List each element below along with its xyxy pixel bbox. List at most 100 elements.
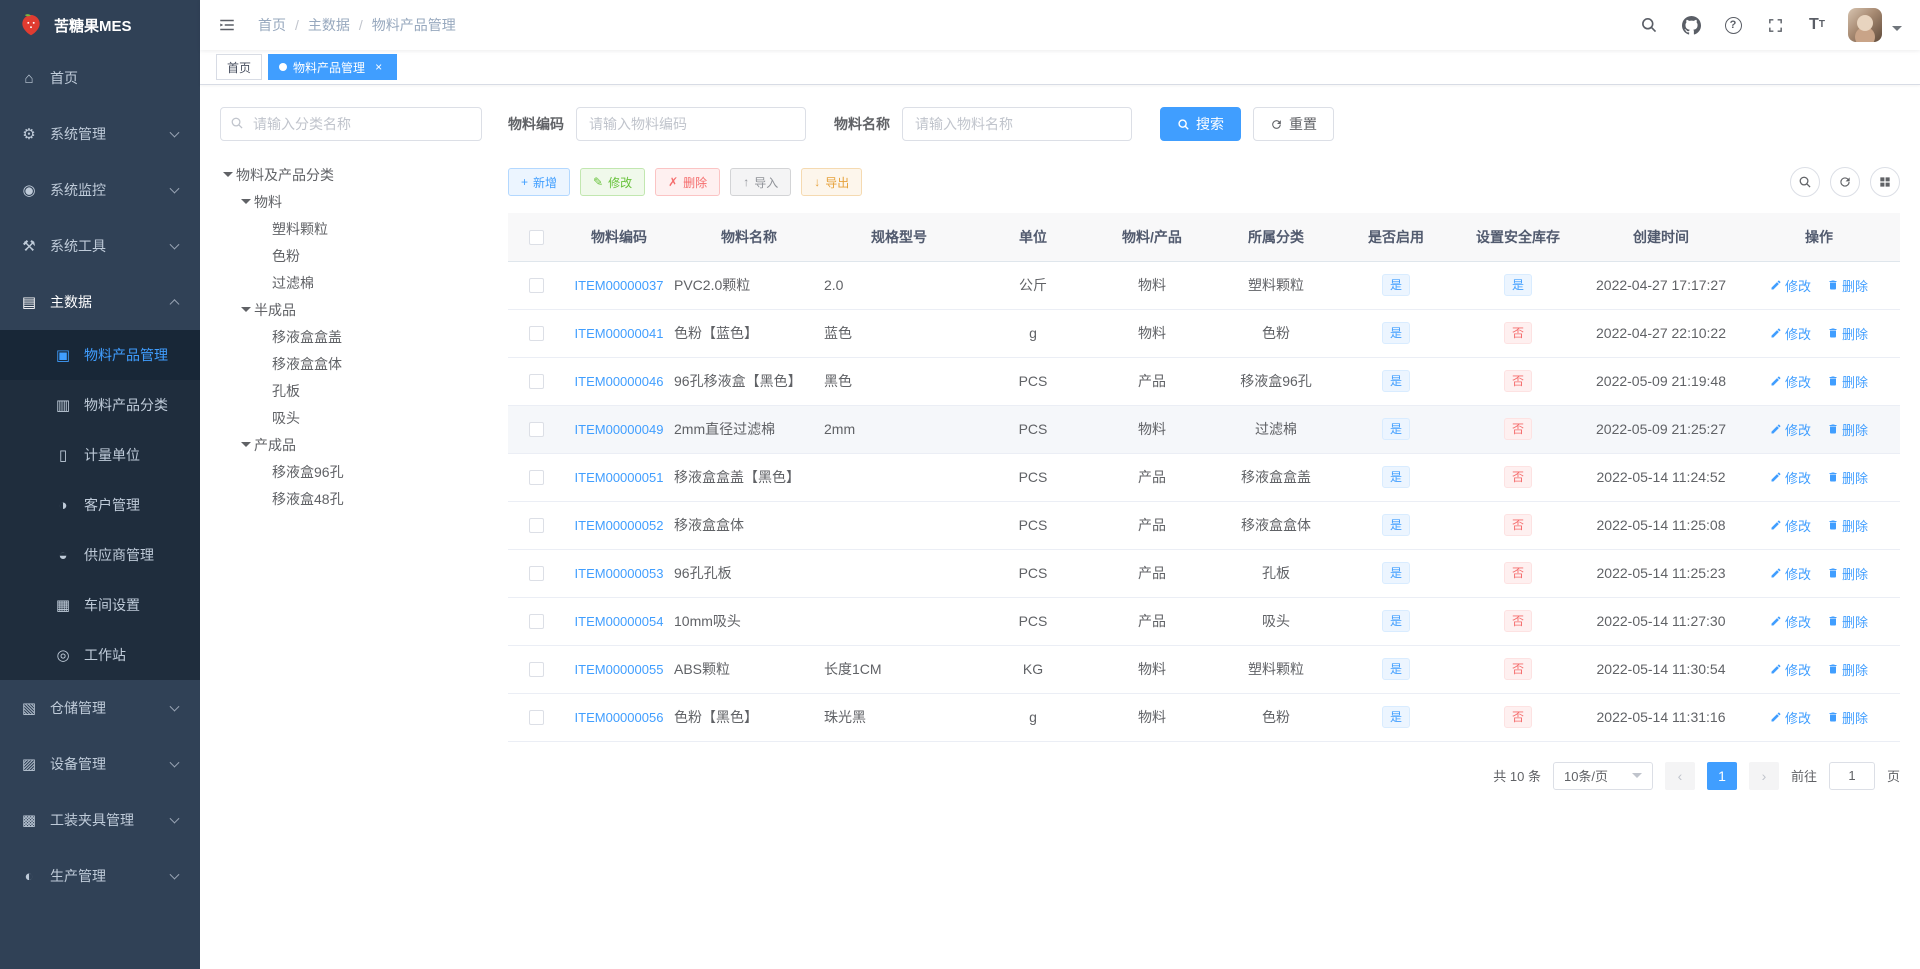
delete-link[interactable]: 删除 — [1827, 420, 1868, 439]
page-size-select[interactable]: 10条/页 — [1552, 761, 1653, 790]
tree-node[interactable]: 半成品 — [220, 296, 482, 323]
sidebar-item[interactable]: ◒ 供应商管理 — [0, 530, 200, 580]
delete-link[interactable]: 删除 — [1827, 372, 1868, 391]
refresh-icon[interactable] — [1830, 167, 1860, 197]
delete-link[interactable]: 删除 — [1827, 516, 1868, 535]
category-search-input[interactable] — [220, 107, 482, 141]
breadcrumb-item[interactable]: 主数据 — [308, 15, 372, 35]
tree-node[interactable]: 塑料颗粒 — [220, 215, 482, 242]
edit-link[interactable]: 修改 — [1770, 468, 1811, 487]
row-checkbox[interactable] — [528, 710, 544, 726]
row-checkbox[interactable] — [528, 470, 544, 486]
breadcrumb-item[interactable]: 物料产品管理 — [372, 15, 456, 35]
material-code-link[interactable]: ITEM00000055 — [575, 662, 664, 677]
tree-node[interactable]: 孔板 — [220, 377, 482, 404]
breadcrumb-item[interactable]: 首页 — [258, 15, 308, 35]
hide-search-icon[interactable] — [1790, 167, 1820, 197]
sidebar-item[interactable]: ⚒ 系统工具 — [0, 218, 200, 274]
tree-node[interactable]: 物料及产品分类 — [220, 161, 482, 188]
delete-link[interactable]: 删除 — [1827, 564, 1868, 583]
page-number[interactable]: 1 — [1706, 761, 1737, 790]
edit-link[interactable]: 修改 — [1770, 276, 1811, 295]
delete-link[interactable]: 删除 — [1827, 324, 1868, 343]
delete-link[interactable]: 删除 — [1827, 468, 1868, 487]
material-code-link[interactable]: ITEM00000046 — [575, 374, 664, 389]
material-code-link[interactable]: ITEM00000053 — [575, 566, 664, 581]
row-checkbox[interactable] — [528, 326, 544, 342]
sidebar-item[interactable]: ▩ 工装夹具管理 — [0, 792, 200, 848]
help-icon[interactable]: ? — [1722, 14, 1744, 36]
material-code-link[interactable]: ITEM00000049 — [575, 422, 664, 437]
edit-link[interactable]: 修改 — [1770, 564, 1811, 583]
row-checkbox[interactable] — [528, 278, 544, 294]
search-icon[interactable] — [1638, 14, 1660, 36]
name-filter-input[interactable] — [902, 107, 1132, 141]
caret-down-icon[interactable] — [1892, 26, 1902, 36]
sidebar-item[interactable]: ▣ 物料产品管理 — [0, 330, 200, 380]
columns-icon[interactable] — [1870, 167, 1900, 197]
tree-node[interactable]: 吸头 — [220, 404, 482, 431]
row-checkbox[interactable] — [528, 566, 544, 582]
sidebar-item[interactable]: ⌂ 首页 — [0, 50, 200, 106]
material-code-link[interactable]: ITEM00000037 — [575, 278, 664, 293]
edit-link[interactable]: 修改 — [1770, 660, 1811, 679]
toolbar-button[interactable]: ↓ 导出 — [801, 168, 863, 196]
tree-node[interactable]: 物料 — [220, 188, 482, 215]
close-icon[interactable] — [371, 60, 386, 75]
material-code-link[interactable]: ITEM00000052 — [575, 518, 664, 533]
sidebar-item[interactable]: ◐ 生产管理 — [0, 848, 200, 904]
delete-link[interactable]: 删除 — [1827, 276, 1868, 295]
select-all-checkbox[interactable] — [528, 230, 544, 246]
sidebar-item[interactable]: ▥ 物料产品分类 — [0, 380, 200, 430]
sidebar-item[interactable]: ▯ 计量单位 — [0, 430, 200, 480]
prev-page-button[interactable] — [1664, 761, 1695, 790]
material-code-link[interactable]: ITEM00000051 — [575, 470, 664, 485]
search-button[interactable]: 搜索 — [1160, 107, 1241, 141]
delete-link[interactable]: 删除 — [1827, 612, 1868, 631]
tree-node[interactable]: 色粉 — [220, 242, 482, 269]
hamburger-icon[interactable] — [218, 14, 240, 36]
toolbar-button[interactable]: ✗ 删除 — [655, 168, 721, 196]
row-checkbox[interactable] — [528, 614, 544, 630]
sidebar-item[interactable]: ◑ 客户管理 — [0, 480, 200, 530]
sidebar-item[interactable]: ◎ 工作站 — [0, 630, 200, 680]
code-filter-input[interactable] — [576, 107, 806, 141]
toolbar-button[interactable]: + 新增 — [508, 168, 571, 196]
fullscreen-icon[interactable] — [1764, 14, 1786, 36]
tab[interactable]: 首页 — [216, 54, 263, 80]
logo[interactable]: 苦糖果MES — [0, 0, 200, 50]
edit-link[interactable]: 修改 — [1770, 372, 1811, 391]
row-checkbox[interactable] — [528, 662, 544, 678]
next-page-button[interactable] — [1748, 761, 1779, 790]
material-code-link[interactable]: ITEM00000054 — [575, 614, 664, 629]
tree-node[interactable]: 过滤棉 — [220, 269, 482, 296]
toolbar-button[interactable]: ✎ 修改 — [580, 168, 646, 196]
edit-link[interactable]: 修改 — [1770, 420, 1811, 439]
toolbar-button[interactable]: ↑ 导入 — [730, 168, 792, 196]
row-checkbox[interactable] — [528, 518, 544, 534]
material-code-link[interactable]: ITEM00000056 — [575, 710, 664, 725]
material-code-link[interactable]: ITEM00000041 — [575, 326, 664, 341]
sidebar-item[interactable]: ▦ 车间设置 — [0, 580, 200, 630]
row-checkbox[interactable] — [528, 422, 544, 438]
row-checkbox[interactable] — [528, 374, 544, 390]
font-size-icon[interactable]: TT — [1806, 14, 1828, 36]
tree-node[interactable]: 移液盒盒体 — [220, 350, 482, 377]
sidebar-item[interactable]: ▨ 设备管理 — [0, 736, 200, 792]
github-icon[interactable] — [1680, 14, 1702, 36]
edit-link[interactable]: 修改 — [1770, 324, 1811, 343]
edit-link[interactable]: 修改 — [1770, 708, 1811, 727]
goto-page-input[interactable] — [1828, 761, 1875, 790]
edit-link[interactable]: 修改 — [1770, 612, 1811, 631]
edit-link[interactable]: 修改 — [1770, 516, 1811, 535]
avatar[interactable] — [1848, 8, 1882, 42]
sidebar-item[interactable]: ▧ 仓储管理 — [0, 680, 200, 736]
sidebar-item[interactable]: ⚙ 系统管理 — [0, 106, 200, 162]
tree-node[interactable]: 移液盒48孔 — [220, 485, 482, 512]
tree-node[interactable]: 移液盒96孔 — [220, 458, 482, 485]
sidebar-item[interactable]: ◉ 系统监控 — [0, 162, 200, 218]
tree-node[interactable]: 产成品 — [220, 431, 482, 458]
tab[interactable]: 物料产品管理 — [268, 54, 398, 80]
delete-link[interactable]: 删除 — [1827, 708, 1868, 727]
tree-node[interactable]: 移液盒盒盖 — [220, 323, 482, 350]
